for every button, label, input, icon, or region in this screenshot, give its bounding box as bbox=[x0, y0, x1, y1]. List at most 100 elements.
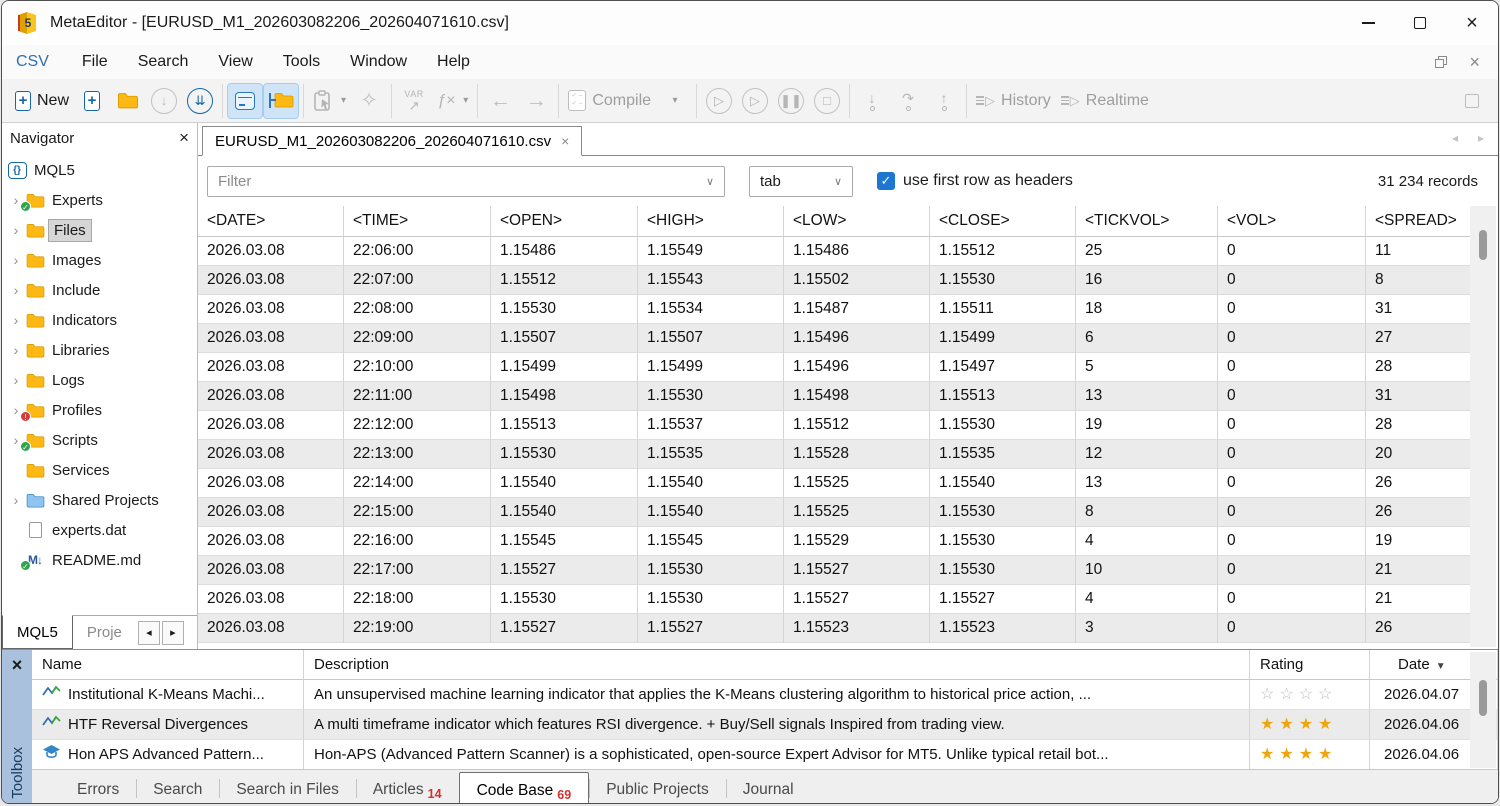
csv-header-cell[interactable]: <SPREAD> bbox=[1366, 206, 1472, 237]
insert-function-button[interactable]: ƒ× ▾ bbox=[432, 83, 473, 119]
tree-item-images[interactable]: ›Images bbox=[2, 245, 197, 275]
navigator-tab-proje[interactable]: Proje bbox=[73, 616, 136, 649]
menu-item-window[interactable]: Window bbox=[335, 49, 422, 75]
toggle-toolbox-button[interactable] bbox=[227, 83, 263, 119]
csv-header-cell[interactable]: <TICKVOL> bbox=[1076, 206, 1218, 237]
csv-header-cell[interactable]: <DATE> bbox=[198, 206, 344, 237]
step-over-button[interactable]: ↷ bbox=[890, 83, 926, 119]
minimize-button[interactable] bbox=[1342, 1, 1394, 45]
tab-scroll-right-icon[interactable]: ▸ bbox=[1478, 131, 1484, 145]
snippets-button[interactable]: ▾ bbox=[308, 83, 351, 119]
profiler-history-button[interactable]: ▷ History bbox=[971, 83, 1056, 119]
navigator-tab-mql5[interactable]: MQL5 bbox=[2, 615, 73, 649]
tree-item-files[interactable]: ›Files bbox=[2, 215, 197, 245]
menu-item-view[interactable]: View bbox=[203, 49, 267, 75]
tree-item-services[interactable]: Services bbox=[2, 455, 197, 485]
csv-data-row[interactable]: 2026.03.0822:07:001.155121.155431.155021… bbox=[198, 266, 1472, 295]
csv-data-row[interactable]: 2026.03.0822:18:001.155301.155301.155271… bbox=[198, 585, 1472, 614]
tab-scroll-left-icon[interactable]: ◂ bbox=[1452, 131, 1458, 145]
chevron-right-icon[interactable]: › bbox=[8, 342, 24, 358]
csv-data-row[interactable]: 2026.03.0822:11:001.154981.155301.154981… bbox=[198, 382, 1472, 411]
csv-data-row[interactable]: 2026.03.0822:14:001.155401.155401.155251… bbox=[198, 469, 1472, 498]
csv-data-row[interactable]: 2026.03.0822:16:001.155451.155451.155291… bbox=[198, 527, 1472, 556]
tree-item-logs[interactable]: ›Logs bbox=[2, 365, 197, 395]
csv-data-row[interactable]: 2026.03.0822:08:001.155301.155341.154871… bbox=[198, 295, 1472, 324]
csv-header-cell[interactable]: <CLOSE> bbox=[930, 206, 1076, 237]
menu-item-file[interactable]: File bbox=[67, 49, 123, 75]
toolbox-tab-public-projects[interactable]: Public Projects bbox=[589, 770, 726, 804]
insert-variable-button[interactable]: VAR↗ bbox=[396, 83, 432, 119]
ai-assist-button[interactable]: ✧ bbox=[351, 83, 387, 119]
codebase-row[interactable]: Institutional K-Means Machi...An unsuper… bbox=[32, 680, 1498, 710]
csv-data-row[interactable]: 2026.03.0822:10:001.154991.154991.154961… bbox=[198, 353, 1472, 382]
tab-prev-icon[interactable]: ◂ bbox=[138, 621, 160, 645]
pause-button[interactable]: ❚❚ bbox=[773, 83, 809, 119]
scrollbar-thumb[interactable] bbox=[1479, 680, 1487, 716]
save-button[interactable]: ↓ bbox=[146, 83, 182, 119]
toolbox-tab-articles[interactable]: Articles14 bbox=[356, 770, 459, 804]
tree-item-profiles[interactable]: ›!Profiles bbox=[2, 395, 197, 425]
csv-header-cell[interactable]: <HIGH> bbox=[638, 206, 784, 237]
start-debug-button[interactable]: ▷ bbox=[701, 83, 737, 119]
codebase-header-name[interactable]: Name bbox=[32, 650, 304, 680]
toolbox-scrollbar[interactable] bbox=[1470, 652, 1496, 768]
stop-profiling-button[interactable] bbox=[1454, 83, 1490, 119]
step-into-button[interactable]: ↓ bbox=[854, 83, 890, 119]
chevron-right-icon[interactable]: › bbox=[8, 222, 24, 238]
profiler-realtime-button[interactable]: ▷ Realtime bbox=[1056, 83, 1154, 119]
csv-header-cell[interactable]: <VOL> bbox=[1218, 206, 1366, 237]
tree-item-indicators[interactable]: ›Indicators bbox=[2, 305, 197, 335]
document-tab[interactable]: EURUSD_M1_202603082206_202604071610.csv … bbox=[202, 126, 582, 156]
tree-item-include[interactable]: ›Include bbox=[2, 275, 197, 305]
csv-header-cell[interactable]: <TIME> bbox=[344, 206, 491, 237]
compile-button[interactable]: Compile bbox=[563, 83, 656, 119]
new-file-button[interactable]: + New bbox=[10, 83, 74, 119]
new-window-button[interactable]: + bbox=[74, 83, 110, 119]
toolbox-close-icon[interactable]: × bbox=[12, 655, 23, 676]
compile-options-button[interactable]: ▾ bbox=[656, 83, 692, 119]
chevron-right-icon[interactable]: › bbox=[8, 372, 24, 388]
delimiter-select[interactable]: tab ∨ bbox=[749, 166, 853, 197]
csv-data-row[interactable]: 2026.03.0822:13:001.155301.155351.155281… bbox=[198, 440, 1472, 469]
tab-close-icon[interactable]: × bbox=[561, 133, 569, 149]
menu-item-csv[interactable]: CSV bbox=[12, 49, 67, 75]
csv-data-row[interactable]: 2026.03.0822:12:001.155131.155371.155121… bbox=[198, 411, 1472, 440]
tree-item-experts[interactable]: ›✓Experts bbox=[2, 185, 197, 215]
tree-item-experts-dat[interactable]: experts.dat bbox=[2, 515, 197, 545]
csv-data-row[interactable]: 2026.03.0822:06:001.154861.155491.154861… bbox=[198, 237, 1472, 266]
tree-item-libraries[interactable]: ›Libraries bbox=[2, 335, 197, 365]
chevron-right-icon[interactable]: › bbox=[8, 282, 24, 298]
document-close-icon[interactable]: × bbox=[1469, 53, 1480, 71]
open-file-button[interactable] bbox=[110, 83, 146, 119]
tree-item-readme-md[interactable]: M↓✓README.md bbox=[2, 545, 197, 575]
filter-input[interactable]: Filter ∨ bbox=[207, 166, 725, 197]
chevron-right-icon[interactable]: › bbox=[8, 492, 24, 508]
toolbox-tab-journal[interactable]: Journal bbox=[726, 770, 811, 804]
navigate-forward-button[interactable]: → bbox=[518, 83, 554, 119]
navigator-close-icon[interactable]: × bbox=[179, 128, 189, 148]
codebase-header-rating[interactable]: Rating bbox=[1250, 650, 1370, 680]
tree-item-mql5-root[interactable]: {}MQL5 bbox=[2, 155, 197, 185]
toggle-navigator-button[interactable] bbox=[263, 83, 299, 119]
codebase-row[interactable]: Hon APS Advanced Pattern...Hon-APS (Adva… bbox=[32, 740, 1498, 770]
menu-item-help[interactable]: Help bbox=[422, 49, 485, 75]
scrollbar-thumb[interactable] bbox=[1479, 230, 1487, 260]
csv-data-row[interactable]: 2026.03.0822:17:001.155271.155301.155271… bbox=[198, 556, 1472, 585]
codebase-header-description[interactable]: Description bbox=[304, 650, 1250, 680]
vertical-scrollbar[interactable] bbox=[1470, 206, 1496, 647]
tree-item-scripts[interactable]: ›✓Scripts bbox=[2, 425, 197, 455]
csv-data-row[interactable]: 2026.03.0822:09:001.155071.155071.154961… bbox=[198, 324, 1472, 353]
step-out-button[interactable]: ↑ bbox=[926, 83, 962, 119]
chevron-right-icon[interactable]: › bbox=[8, 312, 24, 328]
codebase-row[interactable]: HTF Reversal DivergencesA multi timefram… bbox=[32, 710, 1498, 740]
toolbox-tab-search[interactable]: Search bbox=[136, 770, 219, 804]
toolbox-tab-search-in-files[interactable]: Search in Files bbox=[219, 770, 356, 804]
start-button[interactable]: ▷ bbox=[737, 83, 773, 119]
tree-item-shared-projects[interactable]: ›Shared Projects bbox=[2, 485, 197, 515]
toolbox-tab-errors[interactable]: Errors bbox=[60, 770, 136, 804]
toolbox-tab-code-base[interactable]: Code Base69 bbox=[459, 772, 590, 804]
menu-item-tools[interactable]: Tools bbox=[268, 49, 335, 75]
maximize-button[interactable] bbox=[1394, 1, 1446, 45]
save-all-button[interactable]: ⇊ bbox=[182, 83, 218, 119]
close-button[interactable]: × bbox=[1446, 1, 1498, 45]
